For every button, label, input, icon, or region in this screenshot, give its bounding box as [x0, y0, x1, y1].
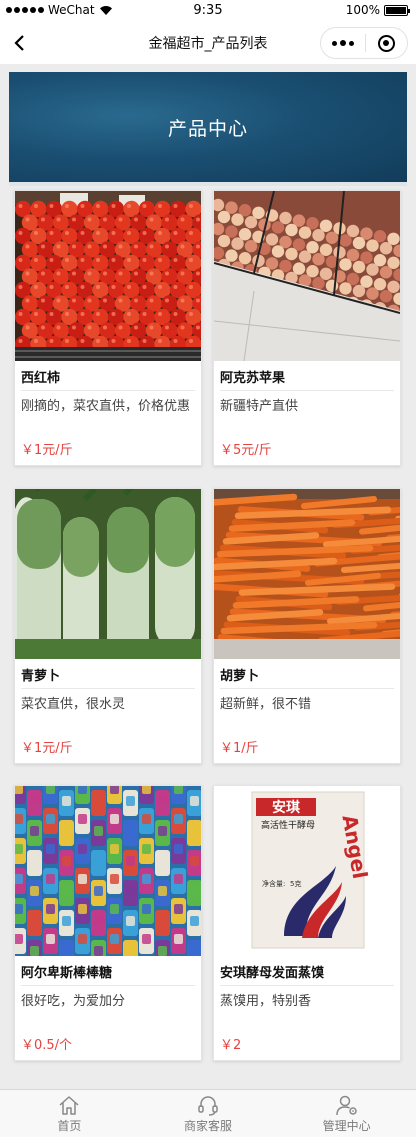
product-name: 青萝卜 — [21, 669, 61, 684]
product-name: 阿克苏苹果 — [220, 371, 286, 386]
svg-text:净含量:: 净含量: — [262, 879, 285, 888]
navigation-bar: 金福超市_产品列表 — [0, 22, 416, 64]
product-image-tomatoes — [15, 191, 201, 361]
product-card[interactable]: 安琪 高活性干酵母 Angel 净含量: 5克 安琪酵母发面蒸馍 蒸馍用，特别香… — [213, 785, 401, 1061]
banner: 产品中心 — [9, 72, 407, 182]
tab-label: 商家客服 — [184, 1118, 233, 1133]
pack-subtitle: 高活性干酵母 — [261, 819, 315, 831]
product-name: 安琪酵母发面蒸馍 — [220, 966, 325, 981]
product-card[interactable]: 青萝卜 菜农直供，很水灵 ￥1元/斤 — [14, 488, 202, 764]
product-list-page: 产品中心 西红柿 刚摘的，菜农直供，价格优惠 ￥1元/斤 阿克苏苹果 新疆特产直… — [0, 64, 416, 1089]
close-button[interactable] — [365, 28, 407, 58]
tab-label: 首页 — [57, 1118, 82, 1133]
product-description: 蒸馍用，特别香 — [220, 994, 312, 1009]
product-image-lollipops — [15, 786, 201, 956]
product-price: ￥2 — [220, 1038, 242, 1053]
card-divider — [21, 390, 195, 391]
card-divider — [220, 390, 394, 391]
product-image-carrots — [214, 489, 400, 659]
product-description: 刚摘的，菜农直供，价格优惠 — [21, 399, 191, 414]
card-divider — [21, 688, 195, 689]
headset-icon — [198, 1095, 218, 1116]
product-name: 阿尔卑斯棒棒糖 — [21, 966, 113, 981]
product-image-apples — [214, 191, 400, 361]
banner-title: 产品中心 — [167, 117, 248, 140]
product-description: 超新鲜，很不错 — [220, 697, 312, 712]
user-settings-icon — [335, 1095, 357, 1115]
tab-management-center[interactable]: 管理中心 — [277, 1090, 416, 1137]
pack-weight: 5克 — [290, 880, 301, 888]
product-image-angel-yeast-pack: 安琪 高活性干酵母 Angel 净含量: 5克 — [214, 786, 400, 956]
product-description: 新疆特产直供 — [220, 399, 299, 414]
product-name: 西红柿 — [21, 371, 61, 386]
product-name: 胡萝卜 — [220, 669, 260, 684]
product-image-green-radishes — [15, 489, 201, 659]
tab-bar: 首页 商家客服 管理中心 — [0, 1089, 416, 1137]
product-card[interactable]: 西红柿 刚摘的，菜农直供，价格优惠 ￥1元/斤 — [14, 190, 202, 466]
product-card[interactable]: 胡萝卜 超新鲜，很不错 ￥1/斤 — [213, 488, 401, 764]
battery-fill — [386, 6, 406, 14]
product-card[interactable]: 阿克苏苹果 新疆特产直供 ￥5元/斤 — [213, 190, 401, 466]
tab-customer-service[interactable]: 商家客服 — [139, 1090, 278, 1137]
product-price: ￥1/斤 — [220, 741, 259, 756]
product-price: ￥0.5/个 — [21, 1038, 73, 1053]
tab-home[interactable]: 首页 — [0, 1090, 139, 1137]
product-card[interactable]: 阿尔卑斯棒棒糖 很好吃，为爱加分 ￥0.5/个 — [14, 785, 202, 1061]
product-description: 菜农直供，很水灵 — [21, 697, 126, 712]
battery-icon — [384, 4, 410, 16]
card-divider — [220, 688, 394, 689]
more-button[interactable] — [321, 28, 365, 58]
pack-brand-cn: 安琪 — [272, 799, 300, 816]
card-divider — [220, 985, 394, 986]
product-price: ￥1元/斤 — [21, 741, 73, 756]
more-dots-icon — [331, 40, 337, 46]
product-price: ￥5元/斤 — [220, 443, 272, 458]
battery-status: 100% — [345, 3, 410, 17]
status-bar: WeChat 9:35 100% — [0, 0, 416, 22]
card-divider — [21, 985, 195, 986]
product-description: 很好吃，为爱加分 — [21, 994, 126, 1009]
banner-divider — [9, 182, 407, 186]
product-price: ￥1元/斤 — [21, 443, 73, 458]
close-target-icon — [377, 34, 395, 52]
mini-program-capsule — [320, 27, 408, 59]
tab-label: 管理中心 — [322, 1118, 371, 1133]
battery-percent: 100% — [345, 3, 380, 17]
home-icon — [59, 1095, 79, 1115]
